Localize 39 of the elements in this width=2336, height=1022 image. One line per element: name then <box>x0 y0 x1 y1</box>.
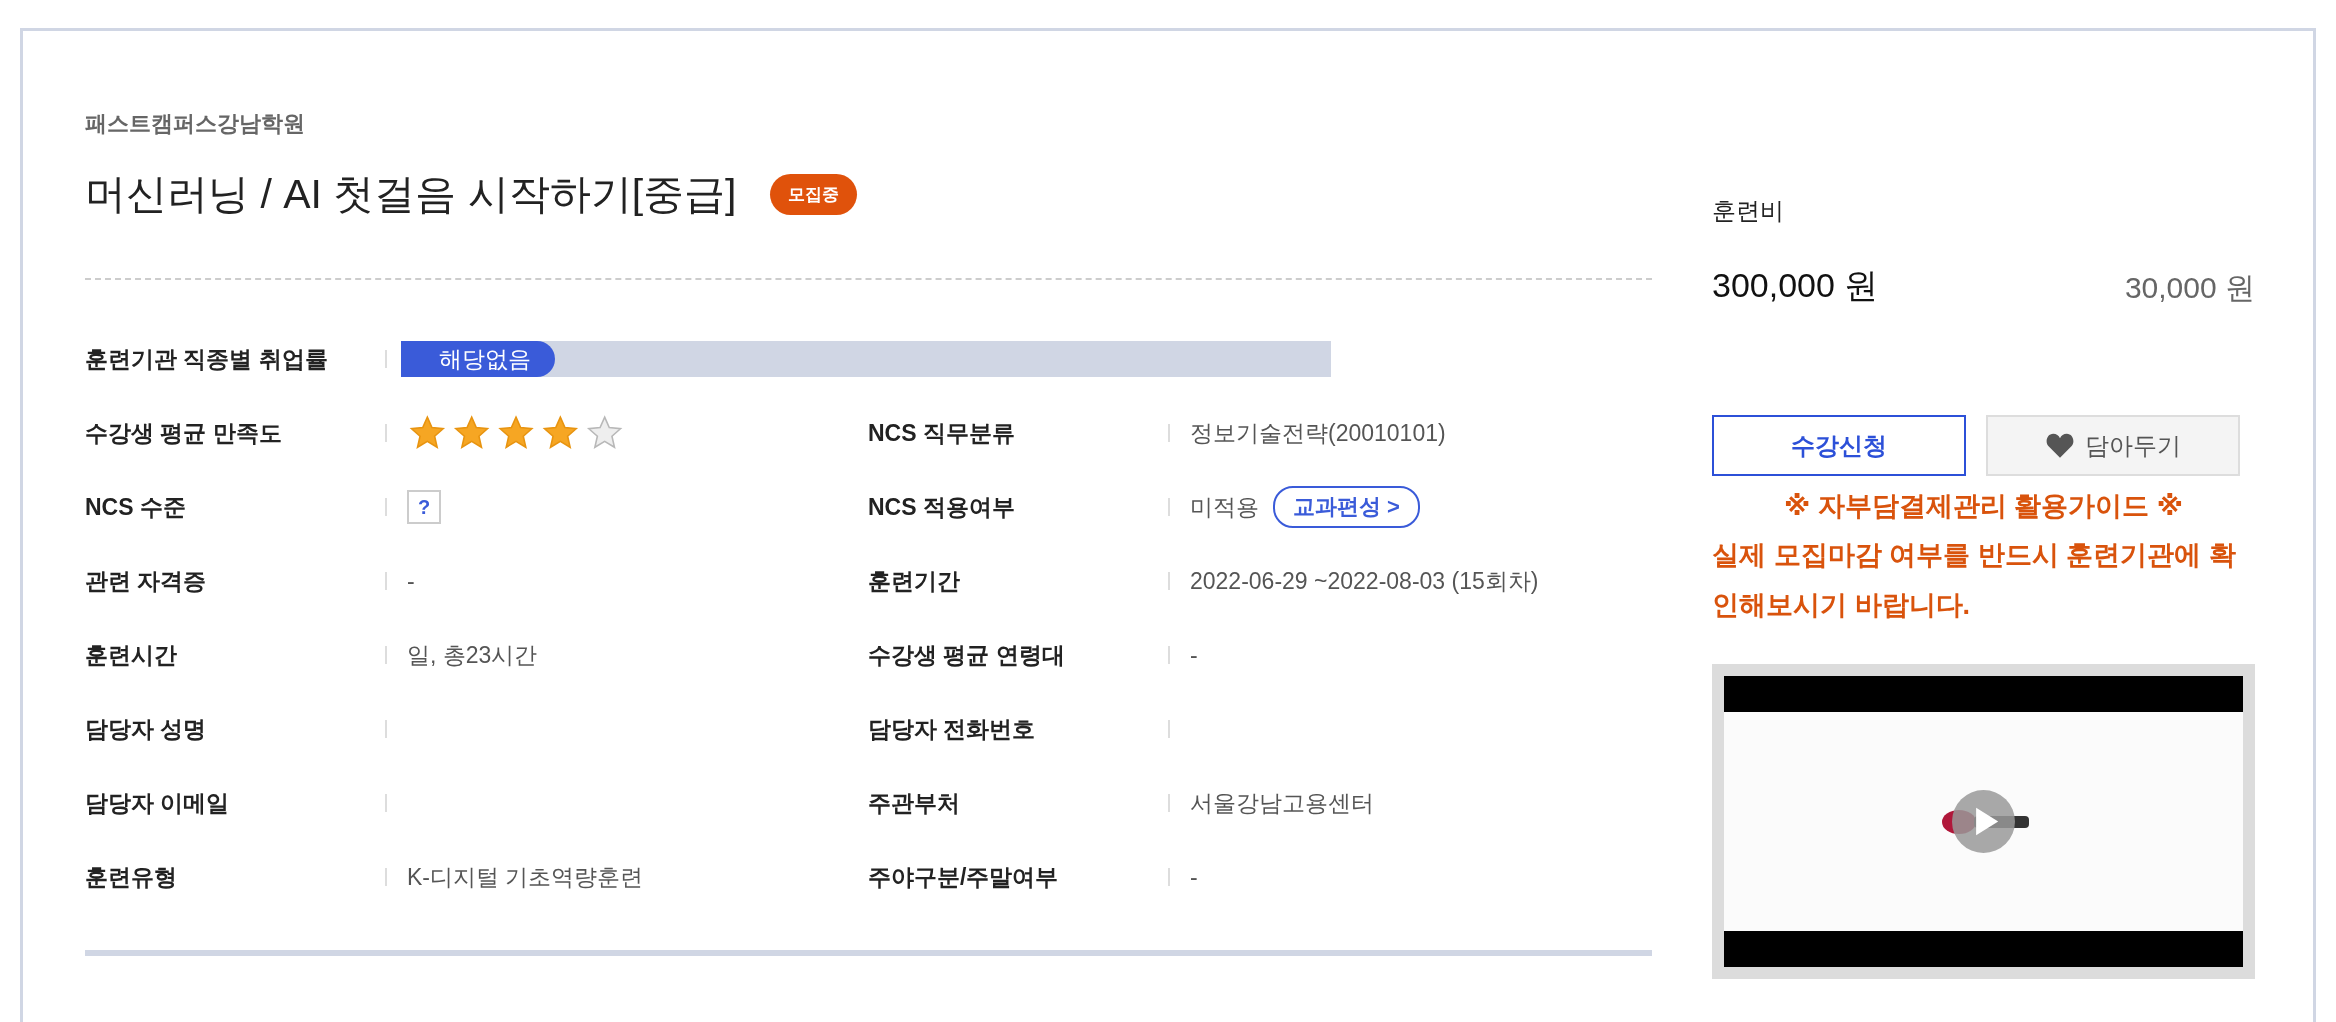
heart-icon <box>2045 432 2075 459</box>
field-label: 수강생 평균 만족도 <box>85 418 283 448</box>
field-label: 주관부처 <box>868 788 961 818</box>
guide-link[interactable]: ※ 자부담결제관리 활용가이드 ※ <box>1712 488 2255 524</box>
provider-name: 패스트캠퍼스강남학원 <box>85 110 306 138</box>
field-label: 훈련기관 직종별 취업률 <box>85 344 329 374</box>
field-value: - <box>1190 863 1198 891</box>
field-label: 담당자 전화번호 <box>868 714 1037 744</box>
status-badge: 모집중 <box>770 174 858 215</box>
field-label: 담당자 성명 <box>85 714 208 744</box>
field-label: 주야구분/주말여부 <box>868 862 1060 892</box>
field-value: - <box>1190 641 1198 669</box>
field-value: 일, 총23시간 <box>407 640 538 670</box>
self-pay-price: 30,000 원 <box>2124 270 2255 306</box>
field-label: 담당자 이메일 <box>85 788 231 818</box>
field-label: 훈련시간 <box>85 640 178 670</box>
field-label: NCS 적용여부 <box>868 492 1016 522</box>
play-icon[interactable] <box>1952 790 2015 853</box>
fee-label: 훈련비 <box>1712 196 1785 226</box>
help-button[interactable]: ? <box>407 490 441 524</box>
field-value: 정보기술전략(20010101) <box>1190 418 1446 448</box>
wishlist-button[interactable]: 담아두기 <box>1986 415 2240 476</box>
field-value: K-디지털 기초역량훈련 <box>407 862 644 892</box>
field-label: 훈련유형 <box>85 862 178 892</box>
price: 300,000 원 <box>1712 265 1879 306</box>
field-value: - <box>407 567 415 595</box>
warning-text: 실제 모집마감 여부를 반드시 훈련기관에 확인해보시기 바랍니다. <box>1712 539 2237 622</box>
field-label: 훈련기간 <box>868 566 961 596</box>
field-value: 서울강남고용센터 <box>1190 788 1374 818</box>
curriculum-link[interactable]: 교과편성 > <box>1273 486 1420 528</box>
course-title: 머신러닝 / AI 첫걸음 시작하기[중급] <box>85 170 737 219</box>
field-value: 미적용 <box>1190 492 1259 522</box>
apply-button[interactable]: 수강신청 <box>1712 415 1966 476</box>
field-label: 관련 자격증 <box>85 566 208 596</box>
field-value: 2022-06-29 ~2022-08-03 (15회차) <box>1190 566 1539 596</box>
field-label: 수강생 평균 연령대 <box>868 640 1066 670</box>
field-label: NCS 직무분류 <box>868 418 1016 448</box>
field-label: NCS 수준 <box>85 492 187 522</box>
rate-value: 해당없음 <box>401 341 555 377</box>
